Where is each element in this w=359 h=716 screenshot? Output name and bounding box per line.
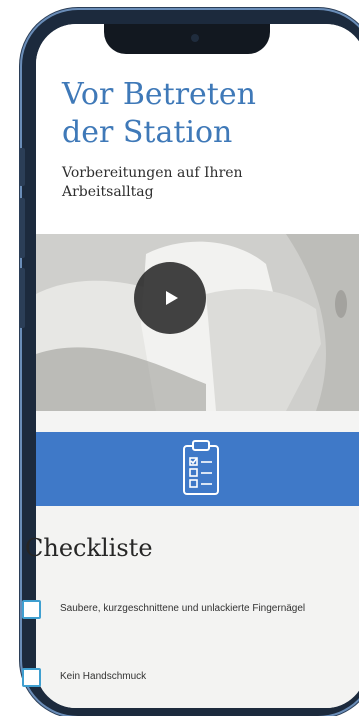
video-thumbnail <box>36 234 359 411</box>
volume-down-button <box>19 268 25 328</box>
play-icon <box>166 291 178 305</box>
page-title: Vor Betreten der Station <box>62 77 256 150</box>
clipboard-checklist-icon <box>183 440 219 495</box>
camera <box>191 34 199 42</box>
mute-switch <box>19 148 25 186</box>
checklist-checkbox[interactable] <box>22 600 41 619</box>
volume-up-button <box>19 198 25 258</box>
checklist-checkbox[interactable] <box>22 668 41 687</box>
notch <box>104 24 270 54</box>
checklist-item-label: Kein Handschmuck <box>60 671 147 682</box>
checklist-title: Checkliste <box>25 534 153 562</box>
play-button[interactable] <box>134 262 206 334</box>
checklist-item-label: Saubere, kurzgeschnittene und unlackiert… <box>60 603 306 614</box>
video-player[interactable] <box>36 234 359 411</box>
page-subtitle: Vorbereitungen auf Ihren Arbeitsalltag <box>62 165 243 200</box>
checklist-banner <box>36 432 359 506</box>
